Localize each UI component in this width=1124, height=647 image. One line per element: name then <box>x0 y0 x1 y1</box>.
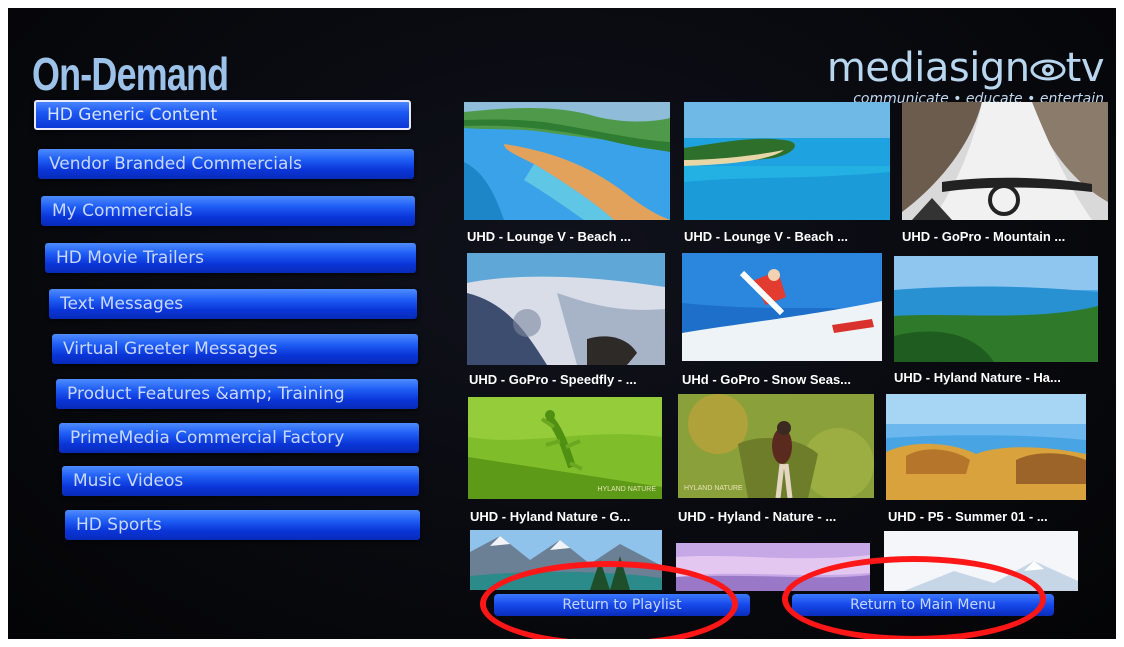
menu-item-primemedia-commercial-factory[interactable]: PrimeMedia Commercial Factory <box>59 423 419 453</box>
watermark: HYLAND NATURE <box>597 486 656 493</box>
video-caption: UHD - Hyland Nature - Ha... <box>894 370 1061 385</box>
menu-item-hd-movie-trailers[interactable]: HD Movie Trailers <box>45 243 416 273</box>
tv-screen: On-Demand mediasign tv communicate • edu… <box>8 8 1116 639</box>
menu-item-virtual-greeter-messages[interactable]: Virtual Greeter Messages <box>52 334 418 364</box>
speedfly-image <box>467 253 665 365</box>
video-thumb[interactable] <box>884 531 1078 591</box>
video-caption: UHd - GoPro - Snow Seas... <box>682 372 852 387</box>
page-title: On-Demand <box>32 48 229 100</box>
video-caption: UHD - GoPro - Mountain ... <box>902 229 1066 244</box>
video-caption: UHD - Hyland Nature - G... <box>470 509 631 524</box>
menu-item-product-features-training[interactable]: Product Features &amp; Training <box>56 379 418 409</box>
menu-item-my-commercials[interactable]: My Commercials <box>41 196 415 226</box>
video-thumb[interactable]: HYLAND NATURE <box>468 397 662 499</box>
video-thumb[interactable] <box>682 253 882 361</box>
menu-item-vendor-branded-commercials[interactable]: Vendor Branded Commercials <box>38 149 414 179</box>
snowboard-image <box>682 253 882 361</box>
beach-lagoon-image <box>684 102 890 220</box>
video-thumb[interactable] <box>676 543 870 591</box>
menu-item-text-messages[interactable]: Text Messages <box>49 289 417 319</box>
summer-rocks-image <box>886 394 1086 500</box>
video-thumb[interactable] <box>470 530 662 590</box>
video-thumb[interactable] <box>886 394 1086 500</box>
coast-image <box>894 256 1098 362</box>
snowy-peak-image <box>884 531 1078 591</box>
menu-item-hd-generic-content[interactable]: HD Generic Content <box>34 100 411 130</box>
eye-icon <box>1030 59 1066 81</box>
alpine-lake-image <box>470 530 662 590</box>
brand-logo: mediasign tv communicate • educate • ent… <box>826 45 1105 108</box>
menu-item-hd-sports[interactable]: HD Sports <box>65 510 420 540</box>
video-caption: UHD - Lounge V - Beach ... <box>684 229 848 244</box>
return-to-main-menu-button[interactable]: Return to Main Menu <box>792 594 1054 616</box>
return-to-playlist-button[interactable]: Return to Playlist <box>494 594 750 616</box>
video-thumb[interactable] <box>464 102 670 220</box>
video-thumb[interactable]: HYLAND NATURE <box>678 394 874 498</box>
video-thumb[interactable] <box>467 253 665 365</box>
menu-item-music-videos[interactable]: Music Videos <box>62 466 419 496</box>
video-caption: UHD - Lounge V - Beach ... <box>467 229 631 244</box>
gecko-image <box>468 397 662 499</box>
logo-name: mediasign <box>826 45 1030 91</box>
video-caption: UHD - P5 - Summer 01 - ... <box>888 509 1048 524</box>
video-thumb[interactable] <box>894 256 1098 362</box>
video-caption: UHD - GoPro - Speedfly - ... <box>469 372 637 387</box>
video-thumb[interactable] <box>684 102 890 220</box>
beach-aerial-image <box>464 102 670 220</box>
bird-image <box>678 394 874 498</box>
mountain-bike-image <box>902 102 1108 220</box>
logo-suffix: tv <box>1065 45 1105 91</box>
video-thumb[interactable] <box>902 102 1108 220</box>
video-caption: UHD - Hyland - Nature - ... <box>678 509 837 524</box>
pastel-sky-image <box>676 543 870 591</box>
watermark: HYLAND NATURE <box>684 485 743 492</box>
